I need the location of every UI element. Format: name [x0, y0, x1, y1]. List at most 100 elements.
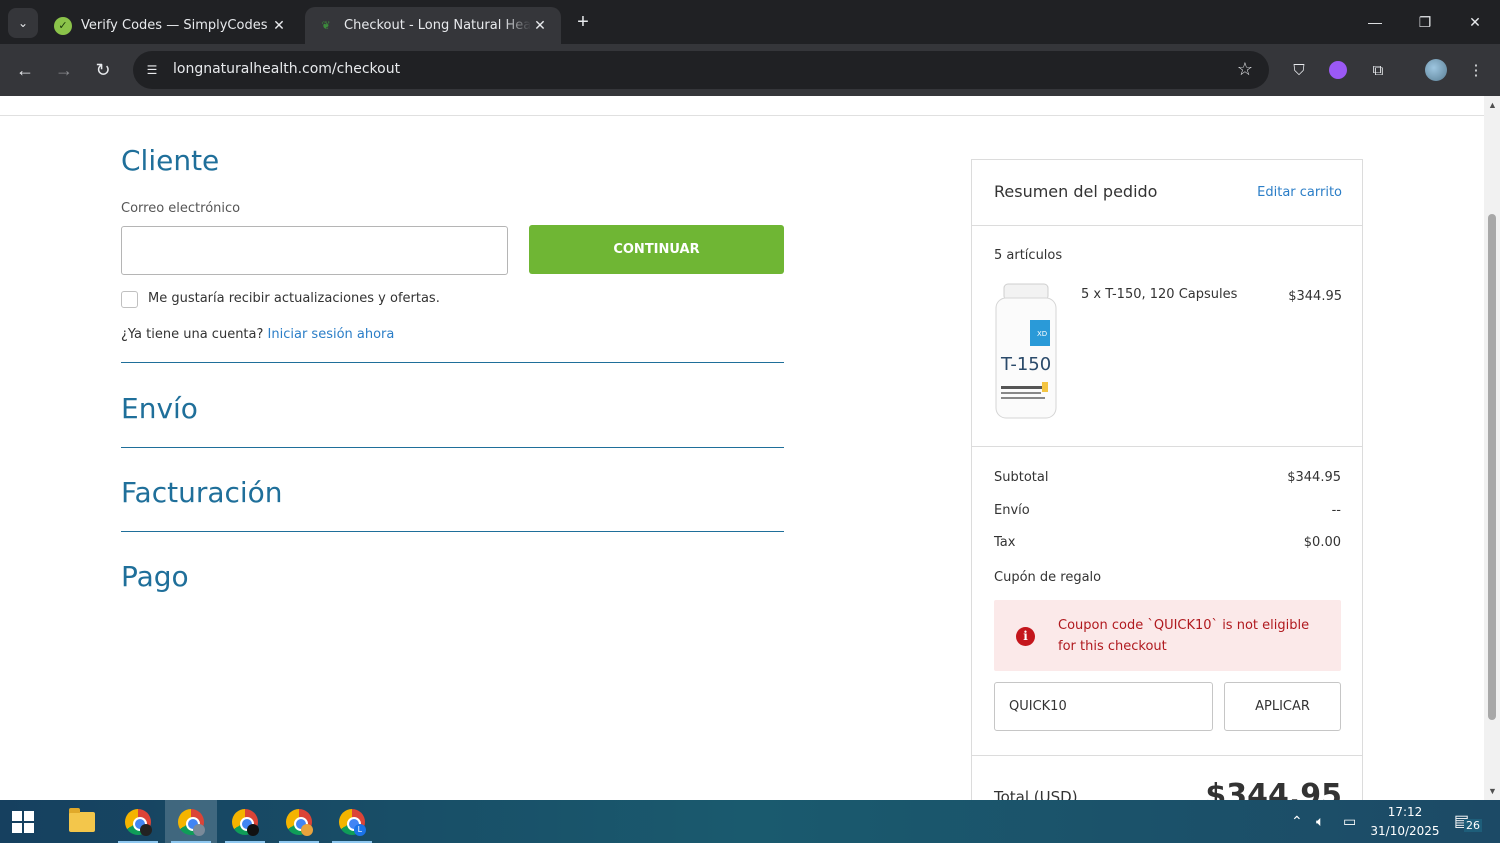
page-scrollbar[interactable]: ▲ ▼ [1484, 96, 1500, 800]
total-value: $344.95 [1205, 778, 1342, 800]
windows-taskbar: L ⌃ 🔈︎ ▭ 17:12 31/10/2025 ▤ 26 [0, 800, 1500, 843]
new-tab-button[interactable]: + [572, 10, 594, 34]
shipping-value: -- [1331, 503, 1341, 518]
shipping-row: Envío -- [994, 503, 1341, 518]
profile-badge-icon: L [354, 824, 366, 836]
account-prompt: ¿Ya tiene una cuenta? Iniciar sesión aho… [121, 327, 394, 342]
file-explorer-taskbar-icon[interactable] [56, 800, 108, 843]
menu-kebab-icon[interactable]: ⋮ [1464, 58, 1488, 82]
chrome-taskbar-icon[interactable] [273, 800, 325, 843]
extensions-puzzle-icon[interactable]: ⧉ [1366, 58, 1390, 82]
svg-text:XD: XD [1037, 330, 1047, 338]
restore-button[interactable]: ❐ [1400, 0, 1450, 44]
coupon-error-alert: i Coupon code `QUICK10` is not eligible … [994, 600, 1341, 671]
notification-center-icon[interactable]: ▤ 26 [1454, 811, 1482, 833]
chrome-taskbar-icon[interactable] [219, 800, 271, 843]
close-tab-icon[interactable]: ✕ [531, 17, 549, 34]
show-hidden-icons-chevron-up-icon[interactable]: ⌃ [1291, 800, 1303, 843]
taskbar-clock[interactable]: 17:12 31/10/2025 [1370, 803, 1440, 841]
newsletter-checkbox[interactable] [121, 291, 138, 308]
bottle-label: T-150 [1000, 354, 1051, 375]
scrollbar-thumb[interactable] [1488, 214, 1496, 720]
error-info-icon: i [1016, 627, 1035, 646]
email-field[interactable] [121, 226, 508, 275]
email-label: Correo electrónico [121, 201, 241, 216]
tax-value: $0.00 [1303, 535, 1341, 550]
profile-badge-icon [301, 824, 313, 836]
profile-badge-icon [193, 824, 205, 836]
minimize-button[interactable]: — [1350, 0, 1400, 44]
product-price: $344.95 [1288, 289, 1342, 304]
tax-label: Tax [994, 535, 1016, 550]
forward-button[interactable]: → [50, 56, 78, 84]
scroll-up-icon[interactable]: ▲ [1488, 100, 1497, 110]
account-prompt-text: ¿Ya tiene una cuenta? [121, 327, 264, 342]
bookmark-star-icon[interactable]: ☆ [1237, 59, 1253, 80]
coupon-error-text: Coupon code `QUICK10` is not eligible fo… [1058, 618, 1310, 654]
scroll-down-icon[interactable]: ▼ [1488, 786, 1497, 796]
continue-button[interactable]: CONTINUAR [529, 225, 784, 274]
url-text: longnaturalhealth.com/checkout [173, 61, 401, 77]
subtotal-row: Subtotal $344.95 [994, 470, 1341, 485]
clock-time: 17:12 [1387, 805, 1423, 819]
product-name: 5 x T-150, 120 Capsules [1081, 287, 1238, 302]
folder-icon [69, 807, 95, 832]
billing-section-title[interactable]: Facturación [121, 476, 283, 509]
profile-badge-icon [247, 824, 259, 836]
items-count: 5 artículos [994, 248, 1063, 263]
site-settings-icon[interactable]: ☰ [143, 61, 161, 79]
tab-simplycodes[interactable]: ✓ Verify Codes — SimplyCodes ✕ [42, 7, 300, 44]
product-bottle-image: XD T-150 [995, 283, 1057, 419]
close-tab-icon[interactable]: ✕ [270, 17, 288, 34]
customer-section-title: Cliente [121, 144, 220, 177]
apply-coupon-button[interactable]: APLICAR [1224, 682, 1341, 731]
back-button[interactable]: ← [11, 56, 39, 84]
network-icon[interactable]: ▭ [1343, 800, 1356, 843]
subtotal-value: $344.95 [1287, 470, 1341, 485]
windows-start-button[interactable] [12, 811, 34, 833]
reload-icon: ↻ [95, 59, 111, 80]
coupon-label: Cupón de regalo [994, 570, 1102, 585]
arrow-left-icon: ← [16, 59, 34, 80]
subtotal-label: Subtotal [994, 470, 1049, 485]
chevron-down-icon: ⌄ [17, 16, 29, 30]
address-bar[interactable]: ☰ longnaturalhealth.com/checkout ☆ [133, 51, 1269, 89]
tax-row: Tax $0.00 [994, 535, 1341, 550]
arrow-right-icon: → [55, 59, 73, 80]
header-divider [0, 115, 1484, 116]
shield-extension-icon[interactable]: ⛉ [1287, 58, 1311, 82]
tab-checkout[interactable]: ❦ Checkout - Long Natural Health ✕ [305, 7, 561, 44]
tab-search-button[interactable]: ⌄ [8, 8, 38, 38]
simplycodes-favicon-icon: ✓ [54, 16, 72, 35]
order-summary-header: Resumen del pedido Editar carrito [972, 160, 1362, 226]
section-divider [121, 531, 784, 532]
payment-section-title[interactable]: Pago [121, 560, 189, 593]
chrome-taskbar-icon[interactable] [112, 800, 164, 843]
shipping-section-title[interactable]: Envío [121, 392, 198, 425]
close-window-button[interactable]: ✕ [1450, 0, 1500, 44]
total-divider [972, 755, 1362, 756]
simplycodes-extension-icon[interactable] [1326, 58, 1350, 82]
edit-cart-link[interactable]: Editar carrito [1257, 185, 1342, 200]
longnaturalhealth-favicon-icon: ❦ [321, 20, 331, 32]
browser-toolbar: ← → ↻ ☰ longnaturalhealth.com/checkout ☆… [0, 44, 1500, 96]
tab-title: Checkout - Long Natural Health [344, 18, 531, 33]
browser-tab-bar: ⌄ ✓ Verify Codes — SimplyCodes ✕ ❦ Check… [0, 0, 1500, 44]
coupon-code-field[interactable] [994, 682, 1213, 731]
order-summary-title: Resumen del pedido [994, 182, 1158, 201]
tab-title: Verify Codes — SimplyCodes [81, 18, 268, 33]
login-link[interactable]: Iniciar sesión ahora [268, 327, 395, 342]
order-items: 5 artículos XD T-150 5 x T-150, 120 Caps… [972, 226, 1362, 447]
section-divider [121, 362, 784, 363]
checkout-page: Cliente Correo electrónico CONTINUAR Me … [0, 96, 1484, 800]
order-summary: Resumen del pedido Editar carrito 5 artí… [971, 159, 1363, 800]
chrome-taskbar-icon-active[interactable] [165, 800, 217, 843]
newsletter-label: Me gustaría recibir actualizaciones y of… [148, 291, 440, 306]
profile-badge-icon [140, 824, 152, 836]
volume-icon[interactable]: 🔈︎ [1316, 800, 1324, 843]
chrome-taskbar-icon[interactable]: L [326, 800, 378, 843]
profile-avatar[interactable] [1424, 58, 1448, 82]
notification-count: 26 [1464, 819, 1482, 832]
clock-date: 31/10/2025 [1370, 824, 1440, 838]
reload-button[interactable]: ↻ [89, 56, 117, 84]
